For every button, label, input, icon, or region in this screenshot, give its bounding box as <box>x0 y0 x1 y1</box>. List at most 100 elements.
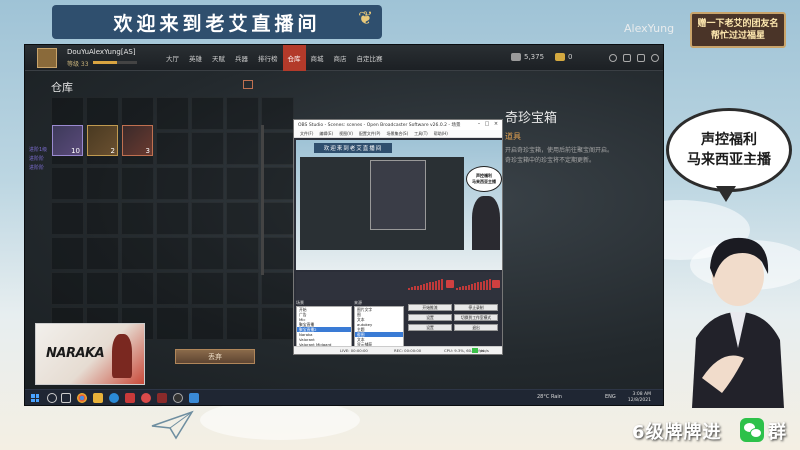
sort-icon[interactable] <box>243 80 253 89</box>
edge-icon[interactable] <box>109 393 119 403</box>
clock-icon[interactable] <box>609 54 617 62</box>
inventory-cell[interactable] <box>156 97 189 130</box>
settings-button[interactable]: 设置 <box>408 314 452 321</box>
inventory-cell[interactable] <box>51 202 84 235</box>
inventory-cell[interactable] <box>226 307 259 340</box>
inventory-cell[interactable] <box>191 202 224 235</box>
app-icon[interactable] <box>141 393 151 403</box>
inventory-cell[interactable] <box>156 167 189 200</box>
inventory-cell[interactable] <box>261 307 294 340</box>
inventory-cell[interactable] <box>86 237 119 270</box>
nav-item-heroes[interactable]: 英雄 <box>184 45 207 71</box>
obs-preview[interactable]: 欢迎来到老艾直播间 声控福利 马来西亚主播 <box>296 140 502 270</box>
inventory-cell[interactable] <box>51 167 84 200</box>
exit-button[interactable]: 退出 <box>454 324 498 331</box>
inventory-cell[interactable] <box>86 202 119 235</box>
discard-button[interactable]: 丢弃 <box>175 349 255 364</box>
inventory-item[interactable]: 2 <box>87 125 118 156</box>
stream-title: 欢迎来到老艾直播间 <box>113 12 321 35</box>
inventory-cell[interactable] <box>261 202 294 235</box>
inventory-cell[interactable] <box>226 237 259 270</box>
menu-view[interactable]: 视图(V) <box>336 130 356 137</box>
inventory-cell[interactable] <box>226 272 259 305</box>
inventory-cell[interactable] <box>191 97 224 130</box>
meter-bar <box>411 287 413 290</box>
nav-item-leaderboard[interactable]: 排行榜 <box>253 45 283 71</box>
nav-item-weapons[interactable]: 兵器 <box>230 45 253 71</box>
nav-item-talents[interactable]: 天赋 <box>207 45 230 71</box>
stop-recording-button[interactable]: 停止录制 <box>454 304 498 311</box>
inventory-cell[interactable] <box>156 132 189 165</box>
inventory-cell[interactable] <box>156 307 189 340</box>
menu-scene-collection[interactable]: 场景集合(S) <box>383 130 411 137</box>
game-icon[interactable] <box>157 393 167 403</box>
preview-obs-window <box>370 160 426 230</box>
status-kbps: kb/s <box>481 348 489 353</box>
inventory-cell[interactable] <box>121 167 154 200</box>
nav-item-custom-match[interactable]: 自定比赛 <box>352 45 388 71</box>
obs-icon[interactable] <box>173 393 183 403</box>
task-view-icon[interactable] <box>61 393 71 403</box>
taskbar-clock[interactable]: 3:08 AM 12/8/2021 <box>628 392 651 404</box>
inventory-cell[interactable] <box>86 272 119 305</box>
gear-icon[interactable] <box>651 54 659 62</box>
inventory-cell[interactable] <box>261 167 294 200</box>
app-icon[interactable] <box>125 393 135 403</box>
inventory-cell[interactable] <box>156 202 189 235</box>
mail-icon[interactable] <box>623 54 631 62</box>
studio-mode-button[interactable]: 切换到工作室模式 <box>454 314 498 321</box>
nav-item-mall[interactable]: 商城 <box>306 45 329 71</box>
inventory-cell[interactable] <box>156 237 189 270</box>
inventory-cell[interactable] <box>261 97 294 130</box>
nav-item-lobby[interactable]: 大厅 <box>161 45 184 71</box>
menu-edit[interactable]: 编辑(E) <box>316 130 336 137</box>
inventory-cell[interactable] <box>51 237 84 270</box>
inventory-cell[interactable] <box>261 272 294 305</box>
inventory-cell[interactable] <box>121 237 154 270</box>
menu-file[interactable]: 文件(F) <box>297 130 316 137</box>
inventory-item[interactable]: 10 <box>52 125 83 156</box>
settings-button[interactable]: 设置 <box>408 324 452 331</box>
menu-tools[interactable]: 工具(T) <box>411 130 431 137</box>
inventory-cell[interactable] <box>226 202 259 235</box>
inventory-cell[interactable] <box>226 97 259 130</box>
speaker-icon[interactable] <box>446 280 454 288</box>
inventory-item[interactable]: 3 <box>122 125 153 156</box>
inventory-cell[interactable] <box>191 307 224 340</box>
inventory-cell[interactable] <box>261 132 294 165</box>
search-icon[interactable] <box>47 393 57 403</box>
weather-widget[interactable]: 28°C Rain <box>537 394 562 400</box>
inventory-cell[interactable] <box>51 272 84 305</box>
inventory-cell[interactable] <box>226 132 259 165</box>
language-indicator[interactable]: ENG <box>605 394 616 400</box>
inventory-cell[interactable] <box>156 272 189 305</box>
menu-help[interactable]: 帮助(H) <box>431 130 451 137</box>
audio-meter <box>456 278 491 290</box>
inventory-cell[interactable] <box>121 272 154 305</box>
minimize-icon[interactable]: – <box>476 121 482 128</box>
close-icon[interactable]: × <box>493 121 499 128</box>
speaker-icon[interactable] <box>492 280 500 288</box>
player-avatar[interactable] <box>37 48 57 68</box>
gift-line-1: 赠一下老艾的团友名 <box>697 19 779 29</box>
inventory-cell[interactable] <box>261 237 294 270</box>
inventory-cell[interactable] <box>191 132 224 165</box>
maximize-icon[interactable]: □ <box>484 121 490 128</box>
inventory-cell[interactable] <box>86 167 119 200</box>
app-icon[interactable] <box>189 393 199 403</box>
nav-item-shop[interactable]: 商店 <box>329 45 352 71</box>
windows-start-icon[interactable] <box>31 394 39 402</box>
status-live: LIVE: 00:00:00 <box>340 348 368 353</box>
explorer-icon[interactable] <box>93 393 103 403</box>
inventory-cell[interactable] <box>226 167 259 200</box>
inventory-cell[interactable] <box>191 237 224 270</box>
nav-item-warehouse[interactable]: 仓库 <box>282 45 306 71</box>
friends-icon[interactable] <box>637 54 645 62</box>
start-streaming-button[interactable]: 开始推流 <box>408 304 452 311</box>
inventory-cell[interactable] <box>191 167 224 200</box>
chrome-icon[interactable] <box>77 393 87 403</box>
menu-profile[interactable]: 配置文件(P) <box>356 130 384 137</box>
inventory-scrollbar[interactable] <box>261 125 264 275</box>
inventory-cell[interactable] <box>191 272 224 305</box>
inventory-cell[interactable] <box>121 202 154 235</box>
